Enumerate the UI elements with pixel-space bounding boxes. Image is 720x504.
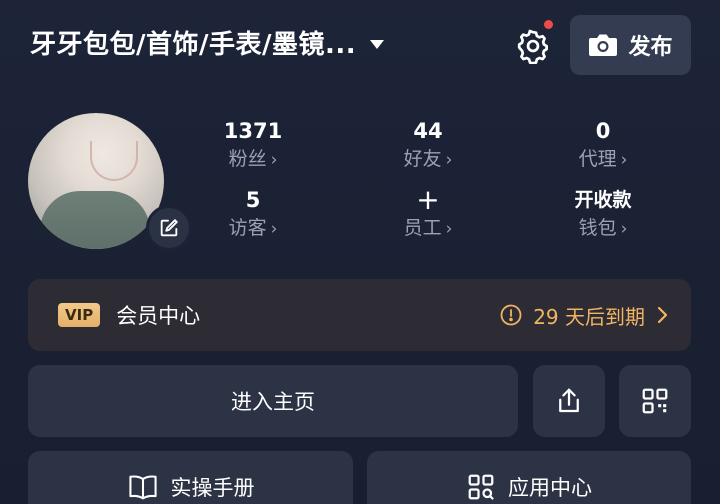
- camera-icon: [589, 34, 618, 56]
- enter-homepage-button[interactable]: 进入主页: [28, 365, 518, 437]
- avatar-clothing: [40, 191, 150, 249]
- share-icon: [559, 388, 579, 413]
- publish-button[interactable]: 发布: [570, 15, 691, 75]
- stat-label: 好友 ›: [403, 148, 453, 170]
- settings-button[interactable]: [511, 20, 555, 68]
- stat-visitors[interactable]: 5 访客 ›: [193, 186, 313, 242]
- shop-name-switcher[interactable]: 牙牙包包/首饰/手表/墨镜...: [30, 24, 385, 61]
- stat-label: 代理 ›: [578, 148, 628, 170]
- app-center-button[interactable]: 应用中心: [367, 451, 691, 504]
- vip-center-bar[interactable]: VIP 会员中心 29 天后到期: [28, 279, 691, 351]
- stat-value: 1371: [223, 119, 283, 143]
- qrcode-button[interactable]: [619, 365, 691, 437]
- share-button[interactable]: [533, 365, 605, 437]
- avatar-necklace: [90, 141, 138, 181]
- vip-expire-info: 29 天后到期: [499, 301, 669, 330]
- avatar[interactable]: [28, 113, 164, 249]
- edit-icon: [160, 219, 178, 237]
- profile-page: 牙牙包包/首饰/手表/墨镜... 发布 1371 粉丝 › 44 好友 › 0 …: [0, 0, 720, 504]
- stat-wallet[interactable]: 开收款 钱包 ›: [543, 186, 663, 242]
- enter-homepage-label: 进入主页: [231, 390, 315, 414]
- notification-dot: [544, 20, 553, 29]
- stat-staff[interactable]: + 员工 ›: [368, 186, 488, 242]
- chevron-right-icon: [657, 306, 668, 324]
- grid-search-icon: [468, 474, 494, 500]
- publish-label: 发布: [628, 35, 673, 60]
- stat-fans[interactable]: 1371 粉丝 ›: [193, 117, 313, 173]
- app-center-label: 应用中心: [508, 476, 592, 500]
- qrcode-icon: [642, 388, 668, 414]
- vip-badge: VIP: [58, 303, 101, 327]
- avatar-area[interactable]: [28, 113, 192, 251]
- book-icon: [128, 475, 157, 500]
- stat-label: 钱包 ›: [578, 217, 628, 239]
- settings-icon: [517, 29, 548, 64]
- stat-value: 44: [413, 119, 443, 143]
- add-staff-icon: +: [416, 183, 440, 216]
- stat-agents[interactable]: 0 代理 ›: [543, 117, 663, 173]
- stat-label: 粉丝 ›: [228, 148, 278, 170]
- stat-label: 员工 ›: [403, 217, 453, 239]
- vip-title: 会员中心: [116, 304, 201, 328]
- stat-value: 开收款: [574, 189, 632, 211]
- stat-label: 访客 ›: [228, 217, 278, 239]
- manual-label: 实操手册: [170, 476, 255, 500]
- stat-friends[interactable]: 44 好友 ›: [368, 117, 488, 173]
- caret-down-icon: [370, 40, 385, 49]
- stat-value: 0: [595, 119, 611, 143]
- shop-name: 牙牙包包/首饰/手表/墨镜...: [30, 30, 357, 60]
- vip-expire-text: 29 天后到期: [533, 304, 645, 329]
- clock-warning-icon: [500, 304, 522, 326]
- manual-button[interactable]: 实操手册: [28, 451, 353, 504]
- edit-profile-button[interactable]: [146, 205, 192, 251]
- stat-value: 5: [245, 188, 261, 212]
